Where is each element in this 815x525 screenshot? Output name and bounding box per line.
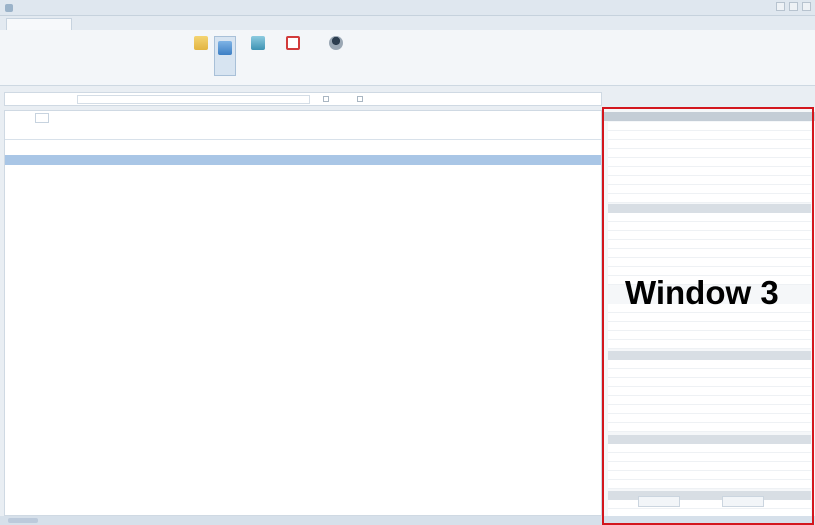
checkbox-icon[interactable] xyxy=(357,96,363,102)
ribbon-button-zoom[interactable] xyxy=(190,36,212,53)
stop-record-icon xyxy=(286,36,300,50)
annotation-label: Window 3 xyxy=(625,274,779,311)
group-by-select[interactable] xyxy=(35,113,49,123)
minimize-icon[interactable] xyxy=(776,2,785,11)
table-row[interactable] xyxy=(5,155,601,165)
device-grid xyxy=(4,110,602,516)
filter-input[interactable] xyxy=(77,95,310,104)
filter-checkbox[interactable] xyxy=(357,96,365,102)
ribbon-button-monitor[interactable] xyxy=(247,36,269,53)
status-grip xyxy=(8,518,38,523)
tab-secondary[interactable] xyxy=(80,18,132,30)
title-bar xyxy=(0,0,815,16)
ribbon-button-user[interactable] xyxy=(318,36,354,53)
monitor-icon xyxy=(251,36,265,50)
grid-toolbar xyxy=(5,111,601,125)
app-icon xyxy=(5,4,13,12)
close-icon[interactable] xyxy=(802,2,811,11)
window-controls xyxy=(776,2,811,11)
zoom-icon xyxy=(194,36,208,50)
device-icon xyxy=(218,41,232,55)
annotation-frame xyxy=(602,107,814,525)
tab-main[interactable] xyxy=(6,18,72,30)
maximize-icon[interactable] xyxy=(789,2,798,11)
ribbon-tabs xyxy=(0,16,815,30)
grid-header xyxy=(5,127,601,140)
checkbox-icon[interactable] xyxy=(323,96,329,102)
ribbon-button-device[interactable] xyxy=(214,36,236,76)
ribbon xyxy=(0,30,815,86)
user-icon xyxy=(329,36,343,50)
filter-bar xyxy=(4,92,602,106)
filter-checkbox[interactable] xyxy=(323,96,331,102)
ribbon-button-stop-record[interactable] xyxy=(282,36,304,53)
